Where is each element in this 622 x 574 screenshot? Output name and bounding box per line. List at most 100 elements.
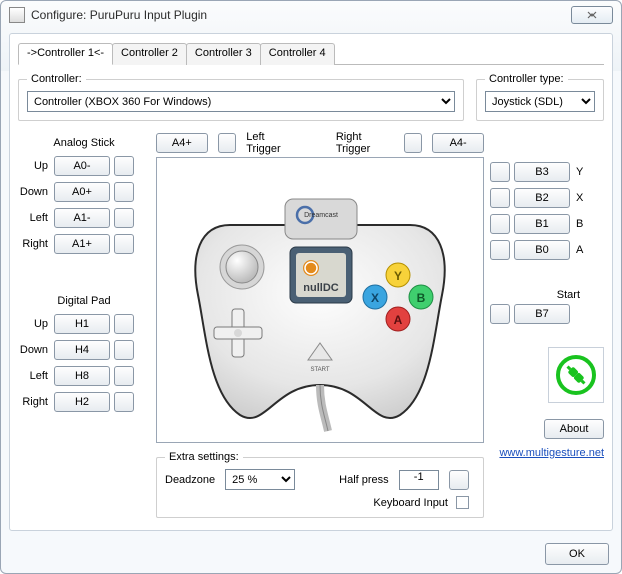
digital-right-row: Right H2 — [18, 391, 150, 413]
face-a-label: A — [574, 244, 586, 256]
website-link[interactable]: www.multigesture.net — [490, 447, 604, 459]
controller-legend: Controller: — [27, 73, 86, 85]
digital-right-button[interactable]: H2 — [54, 392, 110, 412]
dialog-footer: OK — [1, 539, 621, 573]
close-button[interactable] — [571, 6, 613, 24]
deadzone-label: Deadzone — [165, 474, 215, 486]
right-column: B3 Y B2 X B1 B B0 A — [490, 129, 604, 518]
digital-left-row: Left H8 — [18, 365, 150, 387]
about-button[interactable]: About — [544, 419, 604, 439]
app-icon — [9, 7, 25, 23]
svg-text:X: X — [371, 291, 379, 305]
digital-down-clear[interactable] — [114, 340, 134, 360]
left-trigger-clear[interactable] — [218, 133, 237, 153]
face-a-clear[interactable] — [490, 240, 510, 260]
analog-left-row: Left A1- — [18, 207, 150, 229]
face-y-clear[interactable] — [490, 162, 510, 182]
analog-up-row: Up A0- — [18, 155, 150, 177]
tab-controller-3[interactable]: Controller 3 — [186, 43, 261, 65]
controller-type-select[interactable]: Joystick (SDL) — [485, 91, 595, 112]
analog-heading: Analog Stick — [18, 137, 150, 149]
svg-text:Y: Y — [394, 269, 402, 283]
face-b-button[interactable]: B1 — [514, 214, 570, 234]
dialog-window: Configure: PuruPuru Input Plugin ->Contr… — [0, 0, 622, 574]
svg-text:A: A — [394, 313, 403, 327]
dreamcast-controller-icon: Dreamcast nullDC — [180, 165, 460, 435]
analog-left-button[interactable]: A1- — [54, 208, 110, 228]
brand-text: Dreamcast — [304, 212, 338, 219]
analog-left-clear[interactable] — [114, 208, 134, 228]
tab-controller-1[interactable]: ->Controller 1<- — [18, 43, 113, 65]
digital-down-label: Down — [18, 344, 50, 356]
tab-strip: ->Controller 1<- Controller 2 Controller… — [18, 42, 604, 65]
keyboard-input-label: Keyboard Input — [373, 497, 448, 509]
digital-right-label: Right — [18, 396, 50, 408]
digital-down-row: Down H4 — [18, 339, 150, 361]
face-x-clear[interactable] — [490, 188, 510, 208]
analog-up-button[interactable]: A0- — [54, 156, 110, 176]
analog-right-button[interactable]: A1+ — [54, 234, 110, 254]
face-b-label: B — [574, 218, 586, 230]
extra-settings-legend: Extra settings: — [165, 451, 243, 463]
controller-fieldset: Controller: Controller (XBOX 360 For Win… — [18, 73, 464, 121]
status-icon-box — [548, 347, 604, 403]
tab-controller-4[interactable]: Controller 4 — [260, 43, 335, 65]
start-clear[interactable] — [490, 304, 510, 324]
analog-up-label: Up — [18, 160, 50, 172]
halfpress-clear[interactable] — [449, 470, 469, 490]
controller-type-fieldset: Controller type: Joystick (SDL) — [476, 73, 604, 121]
face-b-row: B1 B — [490, 213, 604, 235]
digital-right-clear[interactable] — [114, 392, 134, 412]
right-trigger-clear[interactable] — [404, 133, 423, 153]
tab-controller-2[interactable]: Controller 2 — [112, 43, 187, 65]
face-b-clear[interactable] — [490, 214, 510, 234]
left-trigger-button[interactable]: A4+ — [156, 133, 208, 153]
digital-up-button[interactable]: H1 — [54, 314, 110, 334]
titlebar: Configure: PuruPuru Input Plugin — [1, 1, 621, 29]
ok-button[interactable]: OK — [545, 543, 609, 565]
face-x-label: X — [574, 192, 586, 204]
right-trigger-button[interactable]: A4- — [432, 133, 484, 153]
extra-settings-fieldset: Extra settings: Deadzone 25 % Half press… — [156, 451, 484, 518]
digital-up-row: Up H1 — [18, 313, 150, 335]
face-x-row: B2 X — [490, 187, 604, 209]
face-y-label: Y — [574, 166, 586, 178]
start-heading: Start — [490, 289, 604, 301]
svg-text:B: B — [417, 291, 426, 305]
face-y-row: B3 Y — [490, 161, 604, 183]
digital-up-clear[interactable] — [114, 314, 134, 334]
controller-select[interactable]: Controller (XBOX 360 For Windows) — [27, 91, 455, 112]
start-row: B7 — [490, 303, 604, 325]
right-trigger-label: Right Trigger — [336, 131, 394, 155]
analog-up-clear[interactable] — [114, 156, 134, 176]
digital-up-label: Up — [18, 318, 50, 330]
digital-left-label: Left — [18, 370, 50, 382]
trigger-bar: A4+ Left Trigger Right Trigger A4- — [156, 129, 484, 157]
analog-down-row: Down A0+ — [18, 181, 150, 203]
deadzone-select[interactable]: 25 % — [225, 469, 295, 490]
digital-left-button[interactable]: H8 — [54, 366, 110, 386]
dialog-content: ->Controller 1<- Controller 2 Controller… — [9, 33, 613, 531]
face-y-button[interactable]: B3 — [514, 162, 570, 182]
window-title: Configure: PuruPuru Input Plugin — [31, 8, 571, 22]
main-area: Analog Stick Up A0- Down A0+ Left A1- — [18, 129, 604, 518]
digital-down-button[interactable]: H4 — [54, 340, 110, 360]
controller-row: Controller: Controller (XBOX 360 For Win… — [18, 73, 604, 121]
analog-down-clear[interactable] — [114, 182, 134, 202]
halfpress-value[interactable]: -1 — [399, 470, 439, 490]
keyboard-input-checkbox[interactable] — [456, 496, 469, 509]
controller-type-legend: Controller type: — [485, 73, 568, 85]
controller-image: Dreamcast nullDC — [156, 157, 484, 443]
face-x-button[interactable]: B2 — [514, 188, 570, 208]
face-a-button[interactable]: B0 — [514, 240, 570, 260]
plug-connected-icon — [554, 353, 598, 397]
analog-down-button[interactable]: A0+ — [54, 182, 110, 202]
analog-right-label: Right — [18, 238, 50, 250]
analog-down-label: Down — [18, 186, 50, 198]
close-icon — [585, 11, 599, 19]
start-button[interactable]: B7 — [514, 304, 570, 324]
analog-left-label: Left — [18, 212, 50, 224]
digital-left-clear[interactable] — [114, 366, 134, 386]
left-trigger-label: Left Trigger — [246, 131, 297, 155]
analog-right-clear[interactable] — [114, 234, 134, 254]
